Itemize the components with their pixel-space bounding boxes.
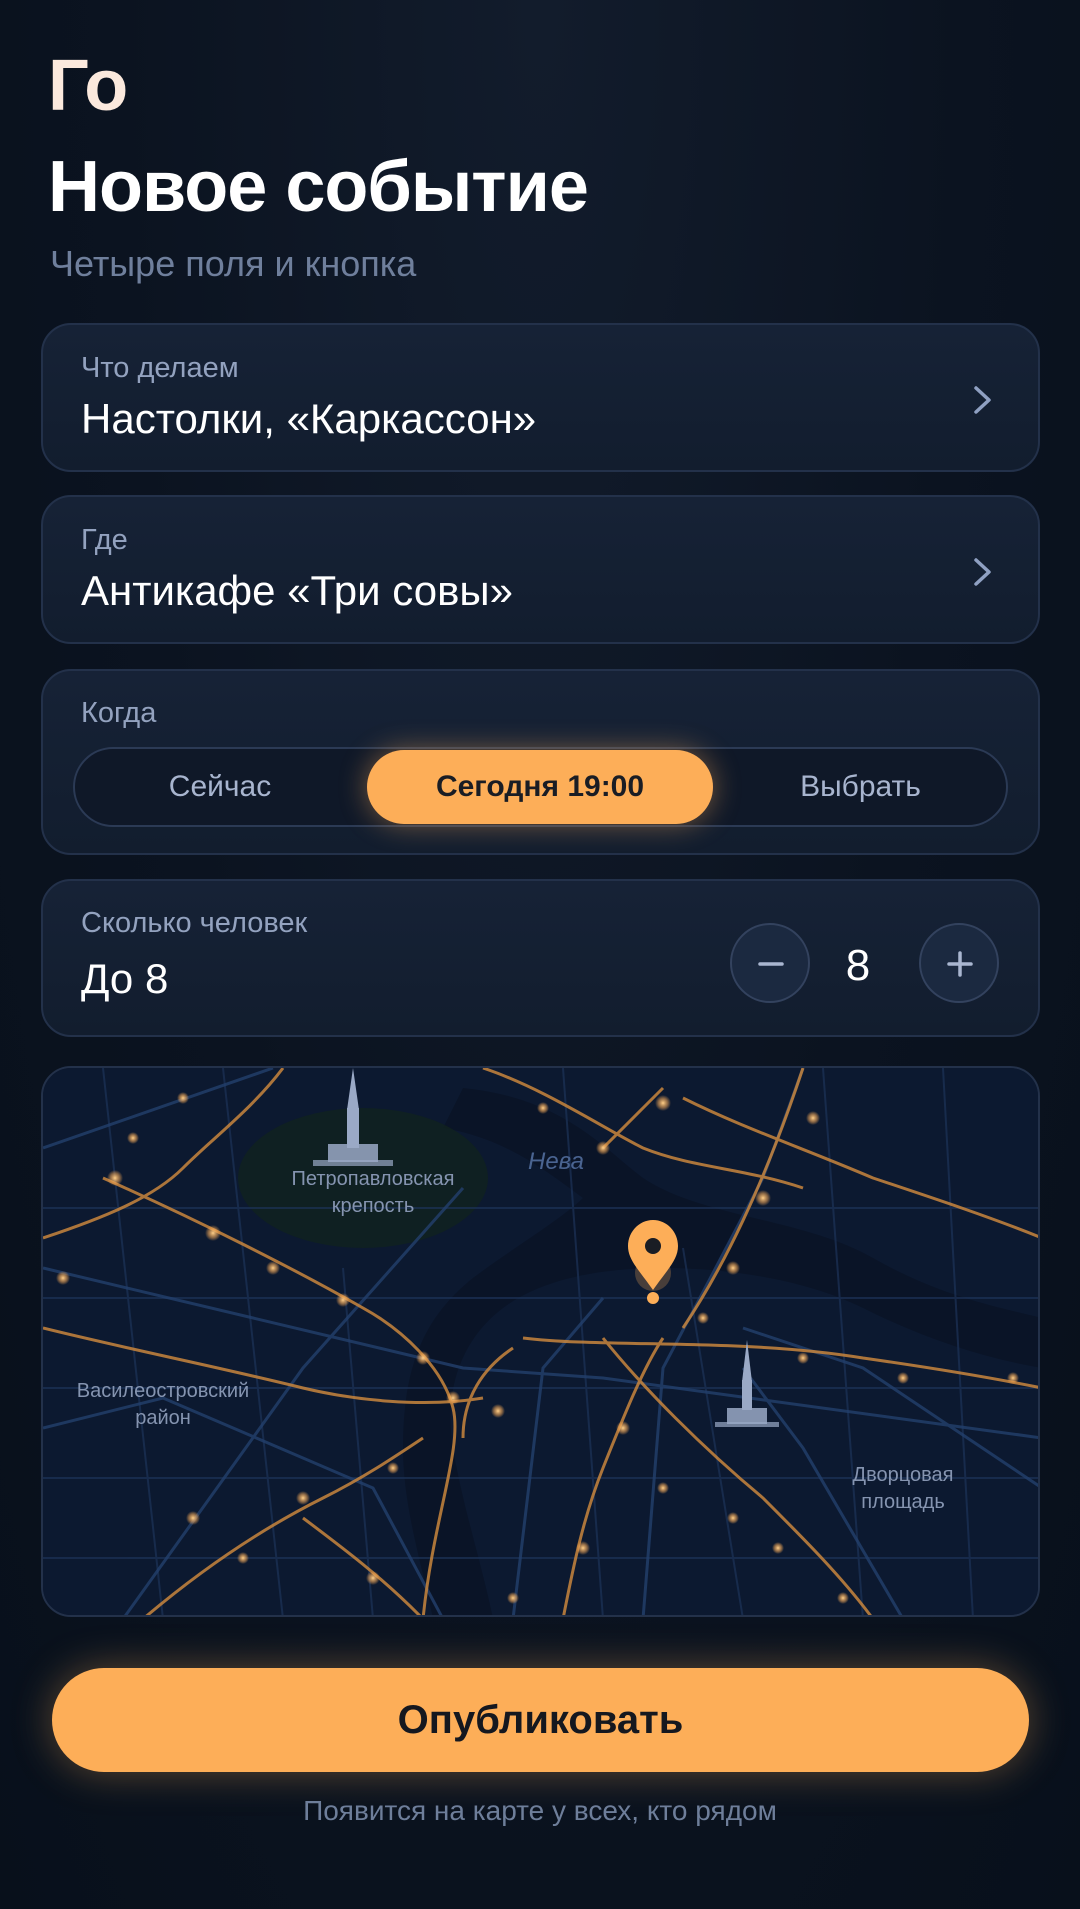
- plus-icon: [947, 951, 973, 977]
- field-what[interactable]: Что делаем Настолки, «Каркассон»: [41, 323, 1040, 472]
- time-segmented-control: Сейчас Сегодня 19:00 Выбрать: [73, 747, 1008, 827]
- field-where[interactable]: Где Антикафе «Три совы»: [41, 495, 1040, 644]
- app-logo: Го: [48, 46, 128, 126]
- chevron-right-icon: [974, 386, 991, 414]
- map-label-district: Василеостровский район: [76, 1380, 250, 1429]
- map-label-fortress: Петропавловская крепость: [291, 1168, 455, 1217]
- map-label-river: Нева: [528, 1148, 585, 1175]
- time-option-today[interactable]: Сегодня 19:00: [367, 750, 713, 824]
- field-what-label: Что делаем: [81, 352, 239, 384]
- people-count: 8: [845, 941, 871, 990]
- field-people: Сколько человек До 8 8: [41, 879, 1040, 1037]
- field-when-label: Когда: [81, 697, 157, 729]
- field-what-value: Настолки, «Каркассон»: [81, 395, 537, 442]
- map-preview[interactable]: Петропавловская крепость Нева Василеостр…: [41, 1066, 1040, 1617]
- time-option-choose[interactable]: Выбрать: [715, 749, 1006, 825]
- page-subtitle: Четыре поля и кнопка: [50, 243, 417, 284]
- decrement-button[interactable]: [730, 923, 810, 1003]
- field-when: Когда Сейчас Сегодня 19:00 Выбрать: [41, 669, 1040, 855]
- time-option-now[interactable]: Сейчас: [75, 749, 365, 825]
- publish-button[interactable]: Опубликовать: [52, 1668, 1029, 1772]
- field-where-label: Где: [81, 524, 128, 556]
- field-where-value: Антикафе «Три совы»: [81, 567, 513, 614]
- field-people-label: Сколько человек: [81, 907, 308, 939]
- field-people-value: До 8: [81, 955, 169, 1002]
- map-label-square: Дворцовая площадь: [852, 1464, 954, 1513]
- increment-button[interactable]: [919, 923, 999, 1003]
- minus-icon: [758, 962, 784, 966]
- chevron-right-icon: [974, 558, 991, 586]
- publish-note: Появится на карте у всех, кто рядом: [303, 1795, 777, 1826]
- page-title: Новое событие: [48, 147, 589, 227]
